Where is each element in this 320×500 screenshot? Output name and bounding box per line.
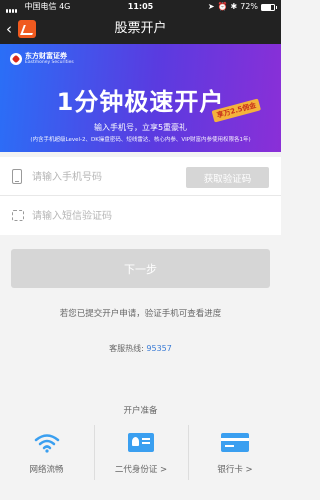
promo-banner[interactable]: 东方财富证券 Eastmoney Securities 1分钟极速开户 享万2.… bbox=[0, 44, 281, 152]
phone-input[interactable] bbox=[32, 167, 172, 187]
next-step-button[interactable]: 下一步 bbox=[11, 249, 270, 288]
prep-label-id-card: 二代身份证 > bbox=[114, 465, 168, 475]
brand-name: 东方财富证券 bbox=[25, 52, 67, 60]
banner-subtitle-detail: (内含手机超级Level-2、DK操盘密码、短线雷达、核心内参、VIP财富内参使… bbox=[30, 137, 251, 143]
battery-icon bbox=[261, 3, 277, 11]
wifi-icon bbox=[34, 434, 59, 453]
phone-field-row: 获取验证码 bbox=[0, 157, 281, 196]
phone-icon bbox=[12, 169, 22, 184]
banner-subtitle: 输入手机号，立享5重豪礼 bbox=[93, 123, 188, 132]
status-right: ➤ ⏰ ✱ 72% bbox=[207, 0, 277, 14]
brand-name-en: Eastmoney Securities bbox=[25, 60, 74, 65]
hotline-number[interactable]: 95357 bbox=[146, 344, 171, 353]
battery-percent: 72% bbox=[240, 2, 258, 11]
prep-title: 开户准备 bbox=[123, 406, 158, 416]
nav-bar: ‹ 股票开户 bbox=[0, 14, 281, 44]
check-progress-link[interactable]: 若您已提交开户申请，验证手机可查看进度 bbox=[0, 307, 281, 319]
alarm-icon: ⏰ bbox=[217, 2, 228, 11]
prep-label-network: 网络流畅 bbox=[29, 465, 64, 475]
prep-item-network: 网络流畅 bbox=[0, 425, 93, 480]
prep-item-bank-card[interactable]: 银行卡 > bbox=[188, 425, 281, 480]
customer-hotline: 客服热线: 95357 bbox=[0, 343, 281, 354]
message-icon bbox=[12, 210, 24, 221]
id-card-icon bbox=[128, 433, 154, 452]
bank-card-icon bbox=[221, 433, 249, 452]
brand-logo: 东方财富证券 Eastmoney Securities bbox=[10, 52, 74, 66]
code-field-row bbox=[0, 196, 281, 235]
prep-item-id-card[interactable]: 二代身份证 > bbox=[94, 425, 187, 480]
signup-form: 获取验证码 bbox=[0, 157, 281, 235]
hotline-label: 客服热线: bbox=[109, 344, 147, 353]
page-title: 股票开户 bbox=[114, 21, 167, 36]
bluetooth-icon: ✱ bbox=[230, 2, 238, 11]
location-icon: ➤ bbox=[207, 2, 215, 11]
sms-code-input[interactable] bbox=[32, 206, 172, 226]
prep-list: 网络流畅 二代身份证 > 银行卡 > bbox=[0, 425, 281, 480]
status-bar: 中国电信 4G 11:05 ➤ ⏰ ✱ 72% bbox=[0, 0, 281, 14]
prep-label-bank-card: 银行卡 > bbox=[217, 465, 253, 475]
brand-mark-icon bbox=[10, 53, 22, 65]
get-code-button[interactable]: 获取验证码 bbox=[186, 167, 269, 188]
